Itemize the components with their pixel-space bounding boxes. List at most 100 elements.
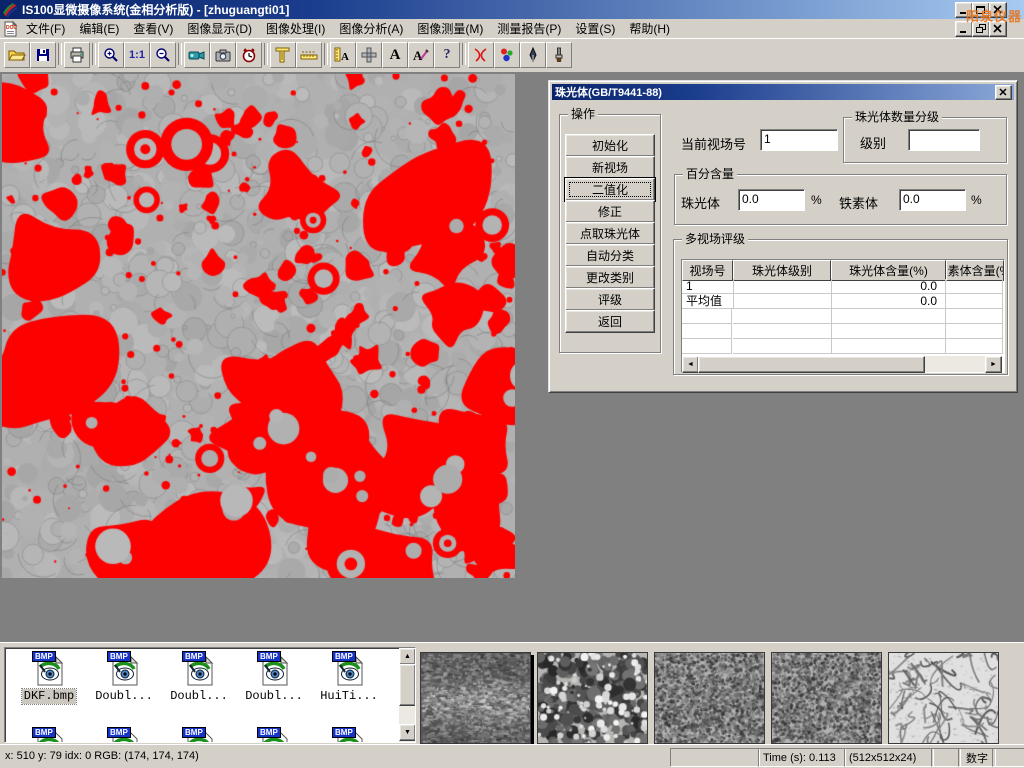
menu-image-processing[interactable]: 图像处理(I) xyxy=(259,20,332,38)
status-panel-empty xyxy=(670,748,760,767)
file-item-partial[interactable]: BMP xyxy=(88,729,160,743)
table-row[interactable]: 1 0.0 xyxy=(682,279,1002,294)
grid-cross-button[interactable] xyxy=(356,42,382,68)
table-hscrollbar[interactable]: ◄ ► xyxy=(682,356,1002,372)
menu-image-measure[interactable]: 图像测量(M) xyxy=(410,20,490,38)
thumbnail-1[interactable] xyxy=(420,652,531,744)
file-name[interactable]: HuiTi... xyxy=(318,689,380,704)
grading-group: 珠光体数量分级 级别 xyxy=(843,117,1007,163)
camera-button[interactable] xyxy=(210,42,236,68)
file-item[interactable]: BMP HuiTi... xyxy=(313,653,385,704)
curve-cut-button[interactable] xyxy=(468,42,494,68)
level-label: 级别 xyxy=(860,133,886,152)
actual-size-button[interactable]: 1:1 xyxy=(124,42,150,68)
print-button[interactable] xyxy=(64,42,90,68)
thumbnail-3[interactable] xyxy=(654,652,765,744)
ferrite-percent-input[interactable]: 0.0 xyxy=(899,189,966,211)
table-row[interactable]: 平均值 0.0 xyxy=(682,294,1002,309)
current-field-input[interactable]: 1 xyxy=(760,129,838,151)
file-item-partial[interactable]: BMP xyxy=(163,729,235,743)
change-class-button[interactable]: 更改类别 xyxy=(565,266,655,289)
ruler-button[interactable] xyxy=(296,42,322,68)
new-field-button[interactable]: 新视场 xyxy=(565,156,655,179)
col-ferrite-content[interactable]: 铁素体含量(%) xyxy=(946,260,1004,281)
menu-help[interactable]: 帮助(H) xyxy=(622,20,677,38)
bmp-badge: BMP xyxy=(182,651,206,662)
bmp-badge: BMP xyxy=(257,651,281,662)
level-input[interactable] xyxy=(908,129,980,151)
operations-group: 操作 初始化 新视场 二值化 修正 点取珠光体 自动分类 更改类别 评级 返回 xyxy=(559,114,661,353)
scroll-thumb[interactable] xyxy=(698,356,925,373)
menu-edit[interactable]: 编辑(E) xyxy=(72,20,126,38)
file-name[interactable]: DKF.bmp xyxy=(22,689,76,704)
file-item-partial[interactable]: BMP xyxy=(13,729,85,743)
svg-text:A: A xyxy=(341,51,349,63)
title-bar[interactable]: IS100显微摄像系统(金相分析版) - [zhuguangti01] xyxy=(0,0,1024,19)
file-item[interactable]: BMP DKF.bmp xyxy=(13,653,85,704)
rate-button[interactable]: 评级 xyxy=(565,288,655,311)
scroll-right-button[interactable]: ► xyxy=(985,356,1002,373)
bmp-badge: BMP xyxy=(332,651,356,662)
return-button[interactable]: 返回 xyxy=(565,310,655,333)
scroll-thumb[interactable] xyxy=(399,664,416,706)
save-button[interactable] xyxy=(30,42,56,68)
cell-level xyxy=(733,279,832,294)
file-item[interactable]: BMP Doubl... xyxy=(88,653,160,704)
bmp-badge: BMP xyxy=(257,727,281,738)
correct-button[interactable]: 修正 xyxy=(565,200,655,223)
micrograph-image[interactable] xyxy=(2,74,515,578)
zoom-in-button[interactable] xyxy=(98,42,124,68)
menu-measure-report[interactable]: 测量报告(P) xyxy=(490,20,568,38)
open-button[interactable] xyxy=(4,42,30,68)
file-name[interactable]: Doubl... xyxy=(243,689,305,704)
dialog-close-button[interactable] xyxy=(995,85,1012,100)
bmp-file-icon: BMP xyxy=(257,653,291,686)
cell-ferrite xyxy=(946,279,1003,294)
col-pearlite-content[interactable]: 珠光体含量(%) xyxy=(831,260,946,281)
brush-button[interactable] xyxy=(546,42,572,68)
toolbar-separator xyxy=(462,43,466,65)
scroll-left-button[interactable]: ◄ xyxy=(682,356,699,373)
menu-bar: DOC 文件(F) 编辑(E) 查看(V) 图像显示(D) 图像处理(I) 图像… xyxy=(0,19,1024,38)
measure-text-button[interactable]: A xyxy=(330,42,356,68)
menu-settings[interactable]: 设置(S) xyxy=(568,20,622,38)
bmp-file-icon: BMP xyxy=(107,653,141,686)
file-item[interactable]: BMP Doubl... xyxy=(163,653,235,704)
scroll-up-button[interactable]: ▲ xyxy=(399,648,416,665)
menu-file[interactable]: 文件(F) xyxy=(19,20,72,38)
video-camera-button[interactable] xyxy=(184,42,210,68)
col-field-number[interactable]: 视场号 xyxy=(682,260,733,281)
svg-text:DOC: DOC xyxy=(6,25,18,31)
scroll-down-button[interactable]: ▼ xyxy=(399,724,416,741)
timer-button[interactable] xyxy=(236,42,262,68)
pen-button[interactable] xyxy=(520,42,546,68)
caliper-button[interactable] xyxy=(270,42,296,68)
file-list-vscrollbar[interactable]: ▲ ▼ xyxy=(399,648,415,742)
file-item[interactable]: BMP Doubl... xyxy=(238,653,310,704)
menu-image-display[interactable]: 图像显示(D) xyxy=(180,20,259,38)
pick-pearlite-button[interactable]: 点取珠光体 xyxy=(565,222,655,245)
file-name[interactable]: Doubl... xyxy=(93,689,155,704)
zoom-out-button[interactable] xyxy=(150,42,176,68)
thumbnail-5[interactable] xyxy=(888,652,999,744)
thumbnail-4[interactable] xyxy=(771,652,882,744)
bmp-file-icon: BMP xyxy=(32,653,66,686)
init-button[interactable]: 初始化 xyxy=(565,134,655,157)
dialog-title-bar[interactable]: 珠光体(GB/T9441-88) xyxy=(552,84,1014,100)
thumbnail-2[interactable] xyxy=(537,652,648,744)
pearlite-percent-input[interactable]: 0.0 xyxy=(738,189,805,211)
menu-image-analysis[interactable]: 图像分析(A) xyxy=(332,20,410,38)
help-button[interactable]: ? xyxy=(434,42,460,68)
file-item-partial[interactable]: BMP xyxy=(238,729,310,743)
binarize-button[interactable]: 二值化 xyxy=(565,178,655,201)
col-pearlite-level[interactable]: 珠光体级别 xyxy=(733,260,831,281)
file-item-partial[interactable]: BMP xyxy=(313,729,385,743)
annotate-button[interactable]: A xyxy=(408,42,434,68)
particles-button[interactable] xyxy=(494,42,520,68)
text-button[interactable]: A xyxy=(382,42,408,68)
bmp-badge: BMP xyxy=(332,727,356,738)
file-name[interactable]: Doubl... xyxy=(168,689,230,704)
menu-view[interactable]: 查看(V) xyxy=(126,20,180,38)
file-list[interactable]: BMP DKF.bmp BMP Doubl... BMP Doubl... xyxy=(4,647,416,743)
auto-classify-button[interactable]: 自动分类 xyxy=(565,244,655,267)
